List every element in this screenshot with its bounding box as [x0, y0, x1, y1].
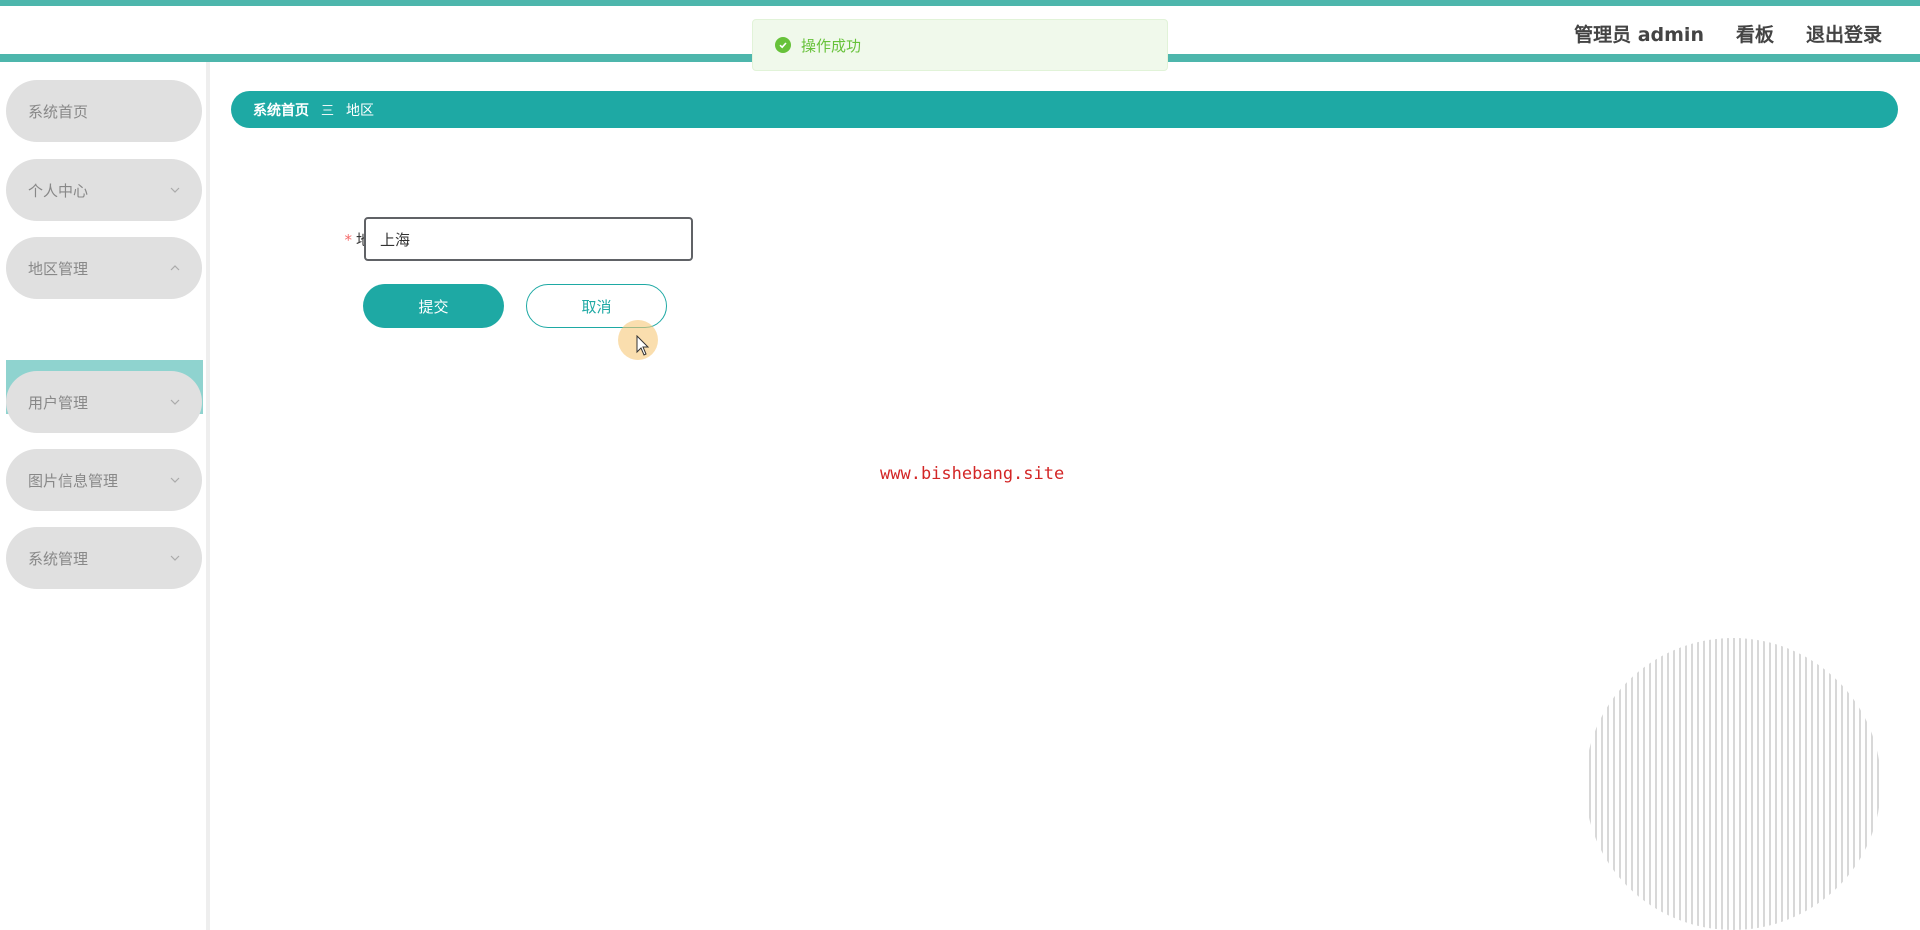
logout-link[interactable]: 退出登录: [1806, 20, 1882, 47]
sidebar-item-label: 系统首页: [28, 102, 89, 121]
mouse-cursor-icon: [636, 335, 650, 356]
header-actions: 管理员 admin 看板 退出登录: [1574, 20, 1882, 47]
dashboard-link[interactable]: 看板: [1736, 20, 1774, 47]
success-toast: 操作成功: [752, 19, 1168, 71]
required-mark: *: [344, 231, 352, 249]
sidebar-item-label: 个人中心: [28, 181, 89, 200]
breadcrumb-separator: 三: [321, 104, 335, 119]
submit-button[interactable]: 提交: [363, 284, 504, 328]
chevron-down-icon: [170, 397, 180, 407]
toast-message: 操作成功: [801, 36, 862, 55]
sidebar-item-label: 地区管理: [28, 259, 89, 278]
sidebar-item-label: 图片信息管理: [28, 471, 119, 490]
sidebar-item-profile[interactable]: 个人中心: [6, 159, 202, 221]
watermark-text: www.bishebang.site: [880, 464, 1065, 484]
sidebar-item-system-management[interactable]: 系统管理: [6, 527, 202, 589]
breadcrumb-home[interactable]: 系统首页: [253, 100, 309, 120]
breadcrumb: 系统首页 三 地区: [231, 91, 1898, 128]
sidebar: 系统首页 个人中心 地区管理 地区 用户管理 图片信息管理 系统管理: [0, 62, 210, 930]
user-label: 管理员 admin: [1574, 24, 1704, 46]
breadcrumb-current: 地区: [346, 102, 375, 119]
sidebar-item-user-management[interactable]: 用户管理: [6, 371, 202, 433]
sidebar-item-label: 系统管理: [28, 549, 89, 568]
chevron-down-icon: [170, 185, 180, 195]
sidebar-item-home[interactable]: 系统首页: [6, 80, 202, 142]
chevron-up-icon: [170, 263, 180, 273]
decorative-striped-circle: [1589, 638, 1879, 930]
chevron-down-icon: [170, 553, 180, 563]
check-circle-icon: [775, 37, 791, 53]
chevron-down-icon: [170, 475, 180, 485]
sidebar-item-image-management[interactable]: 图片信息管理: [6, 449, 202, 511]
region-input[interactable]: [364, 217, 693, 261]
sidebar-item-region-management[interactable]: 地区管理: [6, 237, 202, 299]
sidebar-item-label: 用户管理: [28, 393, 89, 412]
